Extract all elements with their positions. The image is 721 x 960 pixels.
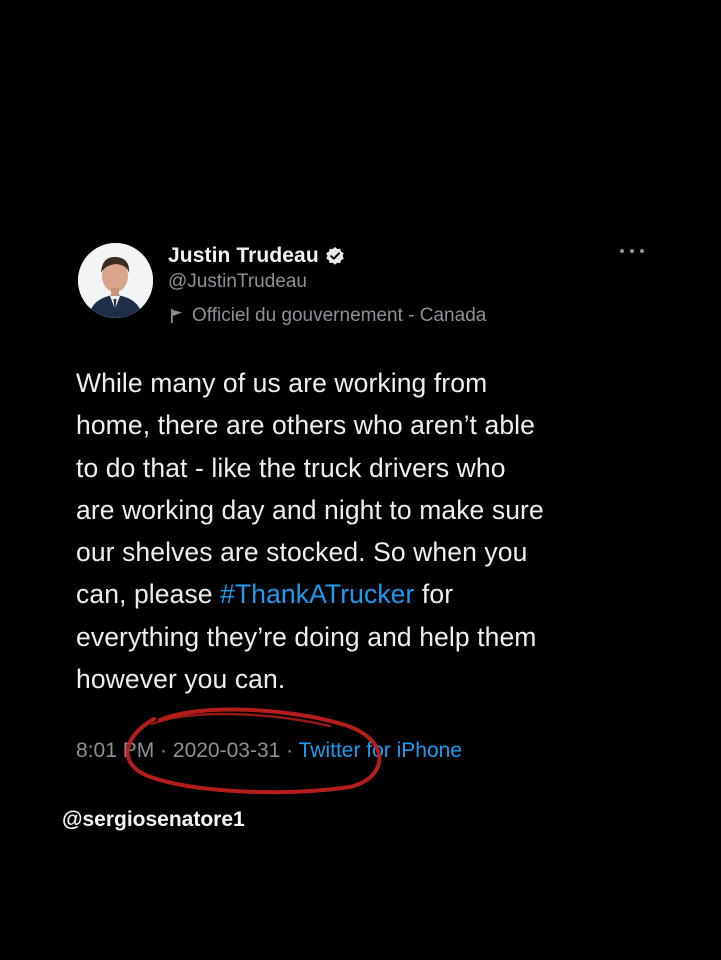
tweet-text-segment: can, please bbox=[76, 579, 221, 610]
tweet-text-line: While many of us are working from bbox=[76, 368, 488, 398]
tweet-text: While many of us are working from home, … bbox=[76, 362, 666, 700]
flag-icon bbox=[170, 308, 184, 324]
author-name-row: Justin Trudeau bbox=[168, 243, 345, 269]
tweet-text-line: our shelves are stocked. So when you bbox=[76, 537, 528, 568]
verified-badge-icon bbox=[325, 246, 345, 266]
government-label-text: Officiel du gouvernement - Canada bbox=[192, 305, 487, 326]
more-options-icon[interactable] bbox=[620, 244, 644, 258]
avatar[interactable] bbox=[78, 243, 153, 318]
tweet-text-line: to do that - like the truck drivers who bbox=[76, 452, 506, 483]
tweet-text-line-with-hashtag: can, please #ThankATrucker for bbox=[76, 573, 666, 615]
tweet-text-line: home, there are others who aren’t able bbox=[76, 410, 535, 441]
tweet-meta: 8:01 PM · 2020-03-31 · Twitter for iPhon… bbox=[76, 739, 462, 763]
meta-separator: · bbox=[154, 739, 173, 762]
tweet-card: Justin Trudeau @JustinTrudeau Officiel d… bbox=[0, 0, 721, 960]
tweet-time[interactable]: 8:01 PM bbox=[76, 739, 154, 762]
tweet-date[interactable]: 2020-03-31 bbox=[173, 739, 280, 762]
tweet-text-line: however you can. bbox=[76, 664, 286, 695]
hashtag-link[interactable]: #ThankATrucker bbox=[220, 579, 414, 609]
tweet-source-link[interactable]: Twitter for iPhone bbox=[299, 739, 462, 762]
meta-separator: · bbox=[280, 739, 299, 762]
government-label: Officiel du gouvernement - Canada bbox=[170, 305, 486, 327]
watermark-username: @sergiosenatore1 bbox=[62, 808, 245, 831]
author-handle[interactable]: @JustinTrudeau bbox=[168, 271, 307, 293]
tweet-text-line: are working day and night to make sure bbox=[76, 494, 544, 525]
tweet-text-segment: for bbox=[414, 579, 454, 610]
tweet-text-line: everything they’re doing and help them bbox=[76, 621, 537, 652]
author-display-name[interactable]: Justin Trudeau bbox=[168, 244, 319, 268]
